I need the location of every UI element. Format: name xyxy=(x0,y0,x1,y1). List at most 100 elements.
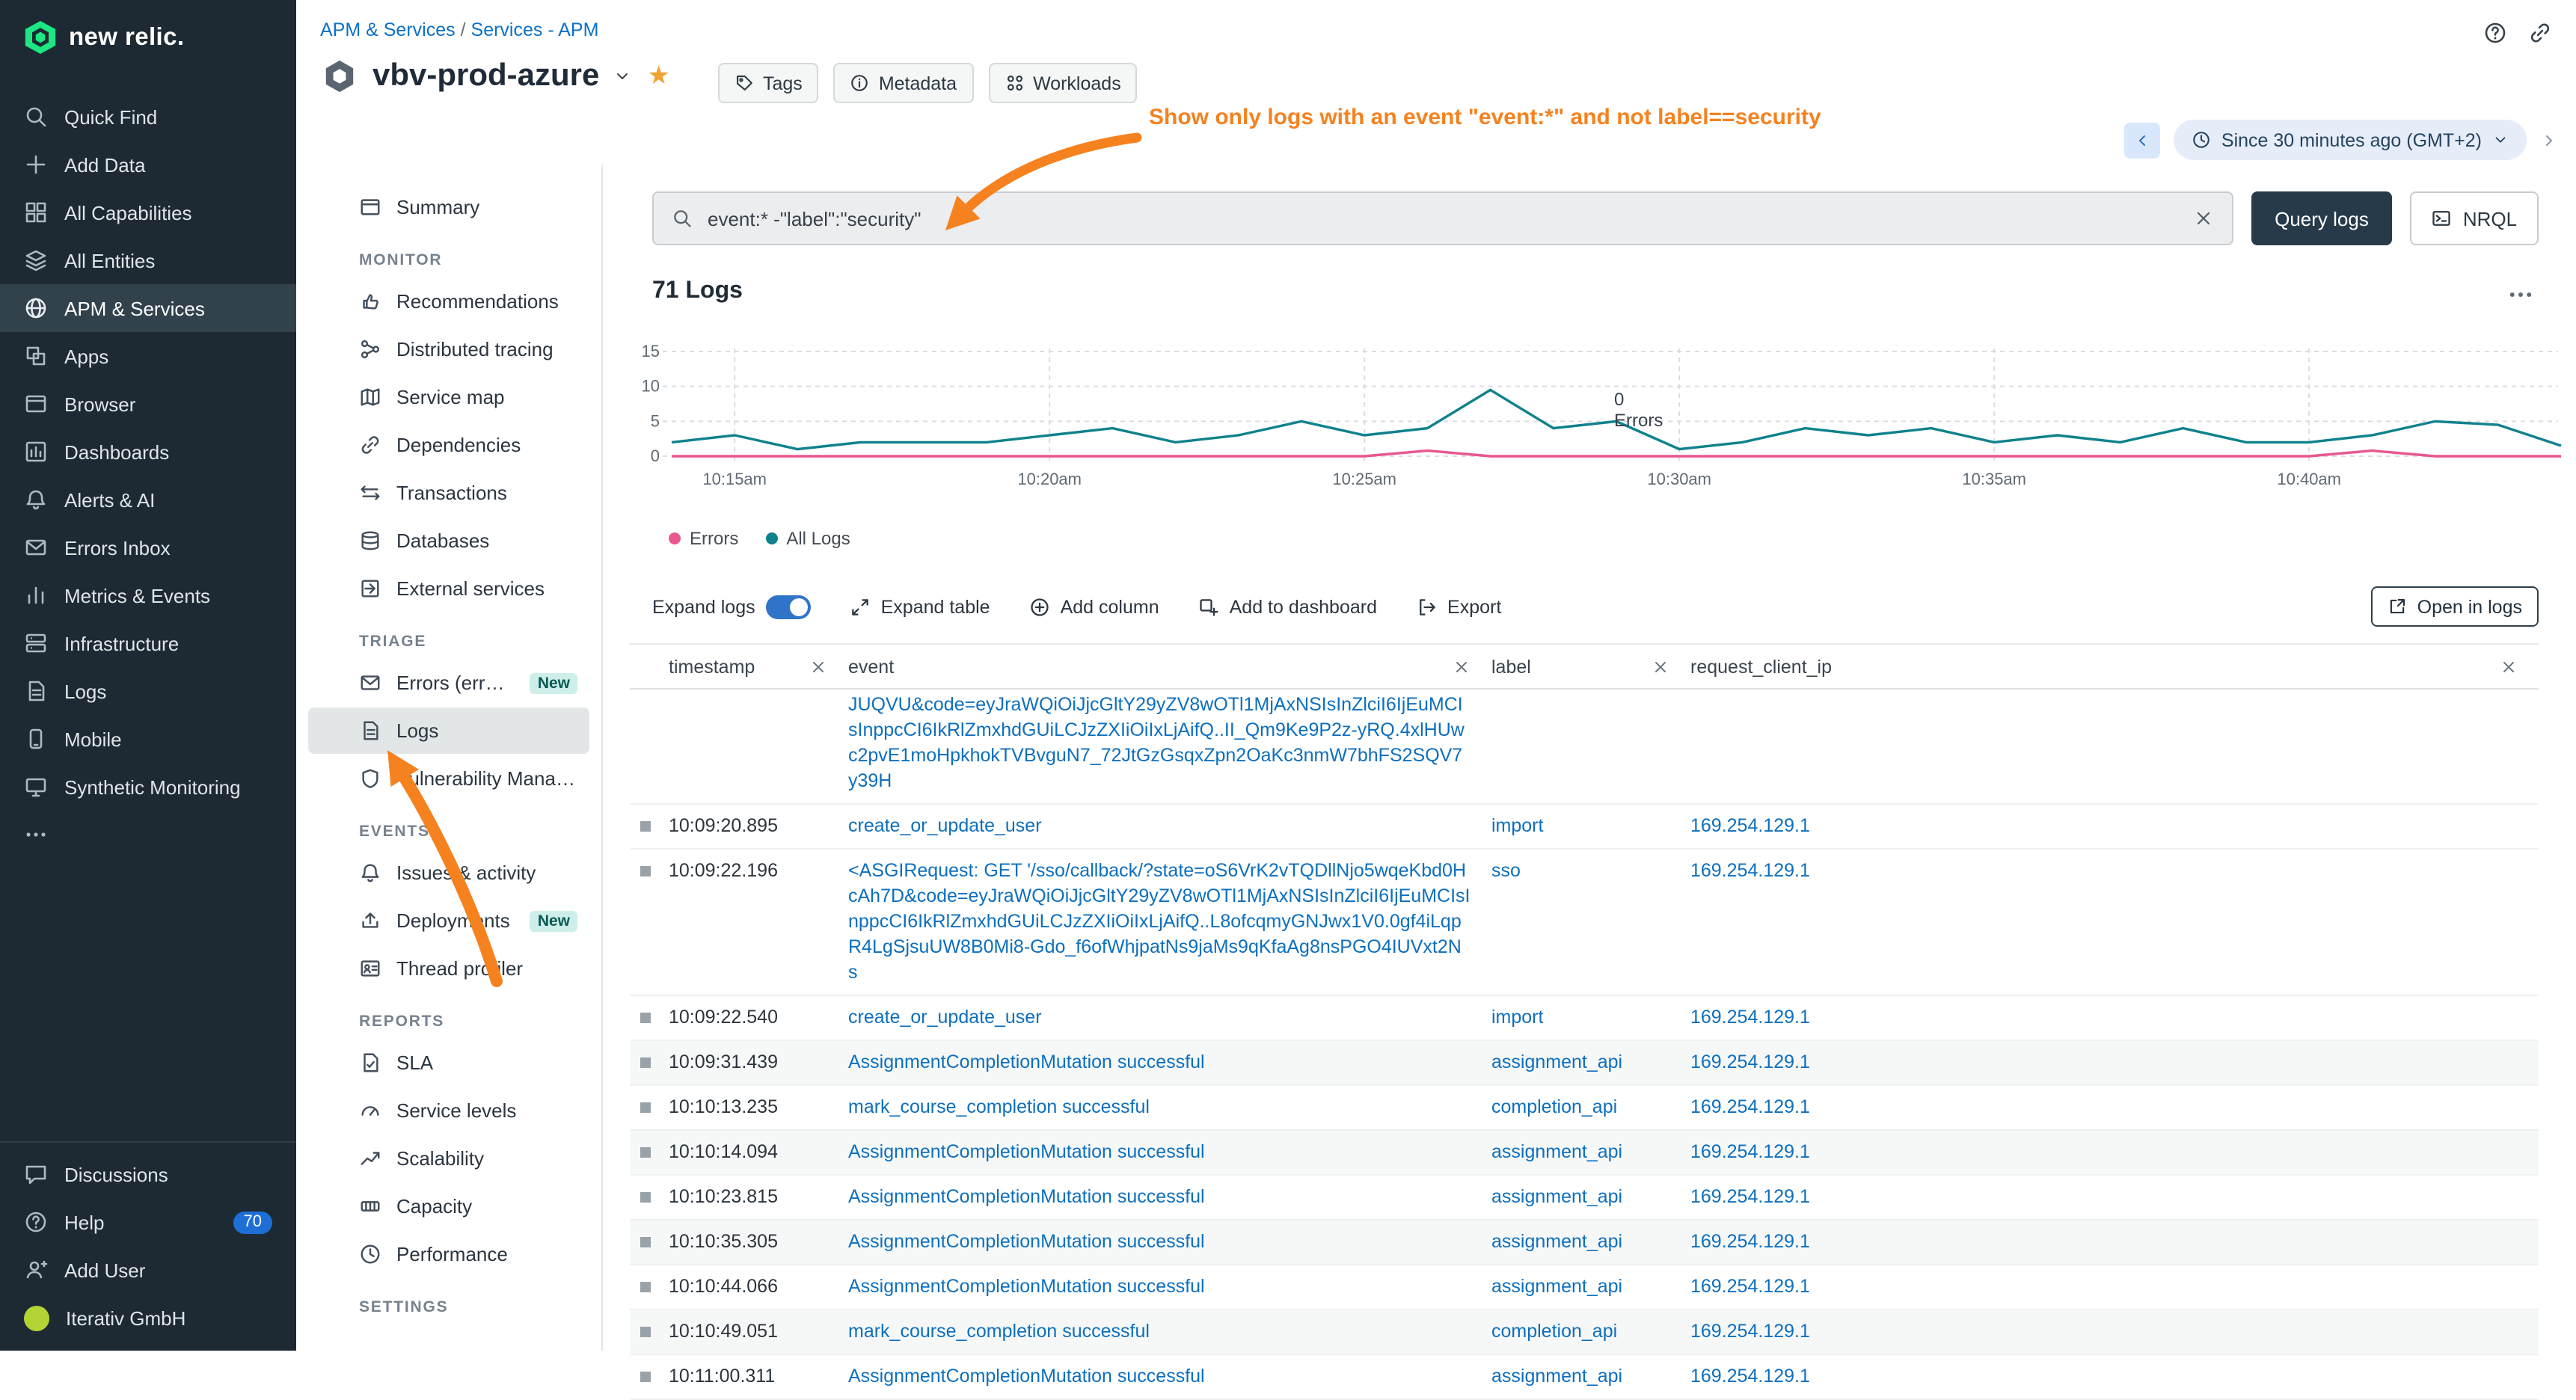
cell-label-link[interactable]: sso xyxy=(1491,859,1690,986)
log-query-input[interactable]: event:* -"label":"security" xyxy=(652,191,2233,245)
time-back-button[interactable] xyxy=(2124,122,2160,158)
cell-request-client-ip-link[interactable]: 169.254.129.1 xyxy=(1690,1050,2539,1075)
open-in-logs-button[interactable]: Open in logs xyxy=(2371,586,2539,627)
help-circle-icon[interactable] xyxy=(2483,21,2507,45)
cell-request-client-ip-link[interactable]: 169.254.129.1 xyxy=(1690,859,2539,986)
subnav-item-distributed-tracing[interactable]: Distributed tracing xyxy=(308,326,589,372)
column-header-request-client-ip[interactable]: request_client_ip xyxy=(1690,656,2539,677)
nrql-button[interactable]: NRQL xyxy=(2410,191,2539,245)
cell-request-client-ip-link[interactable]: 169.254.129.1 xyxy=(1690,1005,2539,1031)
cell-event-link[interactable]: JUQVU&code=eyJraWQiOiJjcGltY29yZV8wOTl1M… xyxy=(848,693,1491,794)
subnav-item-errors-inbox[interactable]: Errors (errors inb...New xyxy=(308,660,589,706)
remove-column-icon[interactable] xyxy=(1453,657,1471,675)
cell-label-link[interactable]: assignment_api xyxy=(1491,1185,1690,1210)
cell-label-link[interactable]: assignment_api xyxy=(1491,1364,1690,1390)
chevron-down-icon[interactable] xyxy=(613,67,631,85)
column-header-event[interactable]: event xyxy=(848,656,1491,677)
cell-event-link[interactable]: AssignmentCompletionMutation successful xyxy=(848,1140,1491,1165)
expand-logs-toggle[interactable] xyxy=(766,595,811,618)
cell-label-link[interactable] xyxy=(1491,693,1690,794)
subnav-item-databases[interactable]: Databases xyxy=(308,518,589,564)
column-header-timestamp[interactable]: timestamp xyxy=(669,656,848,677)
more-options-icon[interactable] xyxy=(2507,281,2534,316)
expand-table-button[interactable]: Expand table xyxy=(850,596,990,617)
cell-event-link[interactable]: <ASGIRequest: GET '/sso/callback/?state=… xyxy=(848,859,1491,986)
table-row[interactable]: 10:09:22.196 <ASGIRequest: GET '/sso/cal… xyxy=(630,850,2539,996)
sidebar-item-synthetic-monitoring[interactable]: Synthetic Monitoring xyxy=(0,763,296,811)
tags-button[interactable]: Tags xyxy=(718,63,819,103)
sidebar-item-help[interactable]: Help70 xyxy=(0,1198,296,1246)
sidebar-item-apps[interactable]: Apps xyxy=(0,332,296,380)
cell-event-link[interactable]: AssignmentCompletionMutation successful xyxy=(848,1185,1491,1210)
cell-label-link[interactable]: assignment_api xyxy=(1491,1229,1690,1255)
table-row[interactable]: 10:09:31.439 AssignmentCompletionMutatio… xyxy=(630,1041,2539,1086)
logs-timeseries-chart[interactable]: 05101510:15am10:20am10:25am10:30am10:35a… xyxy=(603,334,2576,501)
sidebar-item-discussions[interactable]: Discussions xyxy=(0,1150,296,1198)
remove-column-icon[interactable] xyxy=(1652,657,1669,675)
cell-request-client-ip-link[interactable]: 169.254.129.1 xyxy=(1690,1229,2539,1255)
sidebar-item-all-entities[interactable]: All Entities xyxy=(0,236,296,284)
cell-request-client-ip-link[interactable]: 169.254.129.1 xyxy=(1690,1140,2539,1165)
sidebar-item-quick-find[interactable]: Quick Find xyxy=(0,93,296,141)
subnav-item-service-levels[interactable]: Service levels xyxy=(308,1087,589,1134)
subnav-item-capacity[interactable]: Capacity xyxy=(308,1183,589,1229)
remove-column-icon[interactable] xyxy=(2500,657,2518,675)
subnav-item-scalability[interactable]: Scalability xyxy=(308,1135,589,1182)
sidebar-item-dashboards[interactable]: Dashboards xyxy=(0,428,296,476)
cell-event-link[interactable]: AssignmentCompletionMutation successful xyxy=(848,1050,1491,1075)
sidebar-item-all-capabilities[interactable]: All Capabilities xyxy=(0,188,296,236)
cell-label-link[interactable]: assignment_api xyxy=(1491,1140,1690,1165)
table-row[interactable]: 10:10:14.094 AssignmentCompletionMutatio… xyxy=(630,1131,2539,1176)
query-logs-button[interactable]: Query logs xyxy=(2251,191,2392,245)
remove-column-icon[interactable] xyxy=(809,657,827,675)
table-row[interactable]: 10:10:13.235 mark_course_completion succ… xyxy=(630,1086,2539,1131)
clear-query-icon[interactable] xyxy=(2193,208,2214,229)
sidebar-item-infrastructure[interactable]: Infrastructure xyxy=(0,619,296,667)
cell-event-link[interactable]: mark_course_completion successful xyxy=(848,1095,1491,1120)
breadcrumb-services-apm[interactable]: Services - APM xyxy=(471,19,599,40)
subnav-item-transactions[interactable]: Transactions xyxy=(308,470,589,516)
subnav-item-performance[interactable]: Performance xyxy=(308,1231,589,1277)
cell-request-client-ip-link[interactable] xyxy=(1690,693,2539,794)
cell-request-client-ip-link[interactable]: 169.254.129.1 xyxy=(1690,1364,2539,1390)
sidebar-item-browser[interactable]: Browser xyxy=(0,380,296,428)
sidebar-item-add-data[interactable]: Add Data xyxy=(0,141,296,188)
subnav-item-deployments[interactable]: DeploymentsNew xyxy=(308,897,589,944)
sidebar-item-more[interactable] xyxy=(0,811,296,859)
cell-event-link[interactable]: AssignmentCompletionMutation successful xyxy=(848,1274,1491,1300)
sidebar-item-apm-services[interactable]: APM & Services xyxy=(0,284,296,332)
metadata-button[interactable]: Metadata xyxy=(834,63,973,103)
sidebar-item-logs[interactable]: Logs xyxy=(0,667,296,715)
legend-item-errors[interactable]: Errors xyxy=(669,528,738,549)
cell-label-link[interactable]: completion_api xyxy=(1491,1319,1690,1345)
cell-label-link[interactable]: import xyxy=(1491,1005,1690,1031)
sidebar-item-metrics-events[interactable]: Metrics & Events xyxy=(0,571,296,619)
subnav-item-logs[interactable]: Logs xyxy=(308,707,589,754)
cell-event-link[interactable]: create_or_update_user xyxy=(848,814,1491,839)
cell-request-client-ip-link[interactable]: 169.254.129.1 xyxy=(1690,1185,2539,1210)
cell-request-client-ip-link[interactable]: 169.254.129.1 xyxy=(1690,1274,2539,1300)
cell-label-link[interactable]: assignment_api xyxy=(1491,1050,1690,1075)
cell-event-link[interactable]: mark_course_completion successful xyxy=(848,1319,1491,1345)
subnav-item-summary[interactable]: Summary xyxy=(308,184,589,230)
sidebar-item-account[interactable]: Iterativ GmbH xyxy=(0,1294,296,1342)
cell-event-link[interactable]: AssignmentCompletionMutation successful xyxy=(848,1229,1491,1255)
favorite-star-icon[interactable]: ★ xyxy=(647,61,670,91)
table-row[interactable]: 10:11:00.311 AssignmentCompletionMutatio… xyxy=(630,1355,2539,1400)
table-row[interactable]: 10:10:23.815 AssignmentCompletionMutatio… xyxy=(630,1176,2539,1221)
subnav-item-issues-activity[interactable]: Issues & activity xyxy=(308,850,589,896)
column-header-label[interactable]: label xyxy=(1491,656,1690,677)
subnav-item-recommendations[interactable]: Recommendations xyxy=(308,278,589,325)
sidebar-item-mobile[interactable]: Mobile xyxy=(0,715,296,763)
subnav-item-thread-profiler[interactable]: Thread profiler xyxy=(308,945,589,992)
table-row[interactable]: 10:10:49.051 mark_course_completion succ… xyxy=(630,1310,2539,1355)
cell-label-link[interactable]: assignment_api xyxy=(1491,1274,1690,1300)
subnav-item-service-map[interactable]: Service map xyxy=(308,374,589,420)
breadcrumb-apm-services[interactable]: APM & Services xyxy=(320,19,456,40)
sidebar-item-errors-inbox[interactable]: Errors Inbox xyxy=(0,524,296,571)
cell-event-link[interactable]: create_or_update_user xyxy=(848,1005,1491,1031)
table-row[interactable]: 10:09:22.540 create_or_update_user impor… xyxy=(630,996,2539,1041)
add-to-dashboard-button[interactable]: Add to dashboard xyxy=(1198,596,1377,617)
export-button[interactable]: Export xyxy=(1416,596,1501,617)
cell-request-client-ip-link[interactable]: 169.254.129.1 xyxy=(1690,1319,2539,1345)
